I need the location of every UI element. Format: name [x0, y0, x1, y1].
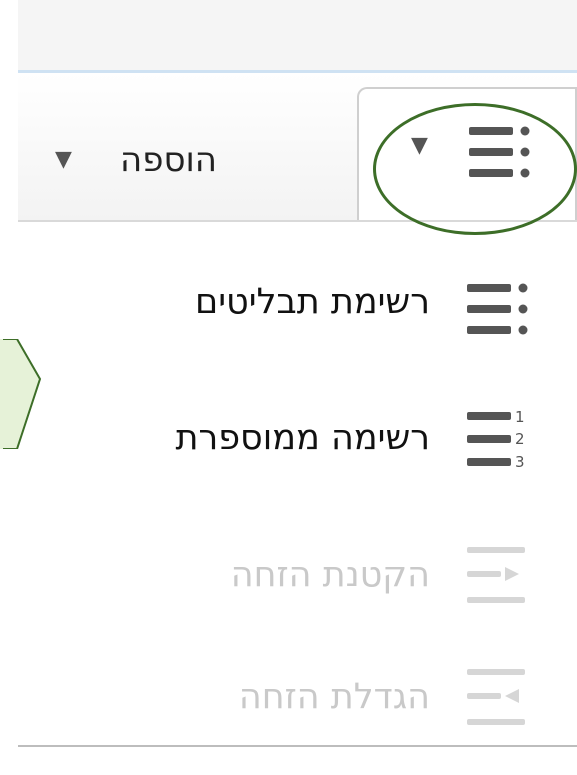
decrease-indent-icon: [463, 547, 533, 621]
menu-item-decrease-indent[interactable]: הקטנת הזחה: [30, 535, 577, 615]
menu-item-increase-indent[interactable]: הגדלת הזחה: [30, 657, 577, 737]
svg-text:1: 1: [515, 410, 525, 426]
menu-item-label: הקטנת הזחה: [230, 555, 430, 595]
menu-item-label: הגדלת הזחה: [238, 677, 430, 717]
editor-toolbar-screenshot: ▼ הוספה ▼ רשימת תבליטים רשימה ממוספרת 1 …: [0, 0, 577, 775]
bulleted-list-icon: [465, 117, 535, 191]
menu-bottom-border: [18, 745, 577, 747]
svg-text:3: 3: [515, 453, 525, 471]
menu-item-label: רשימת תבליטים: [195, 282, 430, 322]
bulleted-list-icon: [463, 274, 533, 348]
numbered-list-icon: 1 2 3: [463, 408, 533, 484]
menu-item-numbered-list[interactable]: רשימה ממוספרת 1 2 3: [30, 398, 577, 478]
menu-item-label: רשימה ממוספרת: [175, 418, 430, 458]
add-dropdown-label: הוספה: [120, 140, 217, 180]
list-format-dropdown[interactable]: ▼: [357, 87, 577, 220]
increase-indent-icon: [463, 669, 533, 743]
chevron-down-icon: ▼: [55, 147, 72, 172]
add-dropdown[interactable]: ▼ הוספה: [40, 135, 265, 185]
svg-text:2: 2: [515, 430, 525, 448]
chevron-down-icon: ▼: [411, 133, 428, 158]
menu-item-bulleted-list[interactable]: רשימת תבליטים: [30, 262, 577, 342]
top-bar: [18, 0, 577, 70]
